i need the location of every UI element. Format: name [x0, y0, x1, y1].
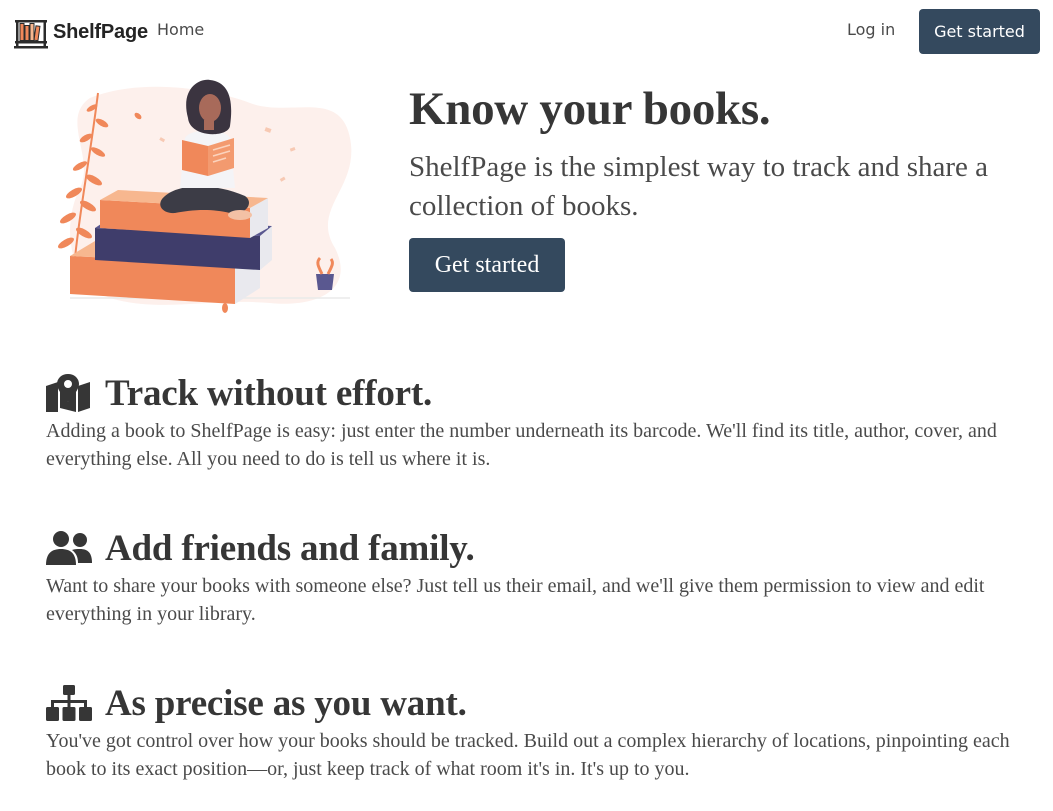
- feature-track: Track without effort. Adding a book to S…: [46, 373, 1016, 473]
- brand-logo-link[interactable]: ShelfPage: [13, 14, 148, 50]
- feature-description: Adding a book to ShelfPage is easy: just…: [46, 420, 997, 470]
- feature-title: Track without effort.: [105, 372, 433, 414]
- hero-title: Know your books.: [409, 83, 771, 135]
- login-link[interactable]: Log in: [847, 20, 895, 39]
- feature-friends: Add friends and family. Want to share yo…: [46, 528, 1016, 628]
- nav-get-started-button[interactable]: Get started: [919, 9, 1040, 54]
- feature-precision: As precise as you want. You've got contr…: [46, 683, 1016, 783]
- feature-title: As precise as you want.: [105, 682, 467, 724]
- feature-title: Add friends and family.: [105, 527, 475, 569]
- hero-get-started-button[interactable]: Get started: [409, 238, 565, 292]
- bookshelf-icon: [14, 20, 48, 49]
- map-marker-icon: [46, 373, 92, 413]
- users-icon: [46, 528, 92, 568]
- feature-description: You've got control over how your books s…: [46, 730, 1010, 780]
- top-navbar: ShelfPage Home Log in Get started: [0, 0, 1053, 64]
- nav-home-link[interactable]: Home: [157, 20, 204, 39]
- feature-description: Want to share your books with someone el…: [46, 575, 985, 625]
- hero-subtitle: ShelfPage is the simplest way to track a…: [409, 151, 989, 222]
- sitemap-icon: [46, 683, 92, 723]
- reading-on-books-illustration: [58, 79, 352, 313]
- brand-name: ShelfPage: [53, 20, 148, 43]
